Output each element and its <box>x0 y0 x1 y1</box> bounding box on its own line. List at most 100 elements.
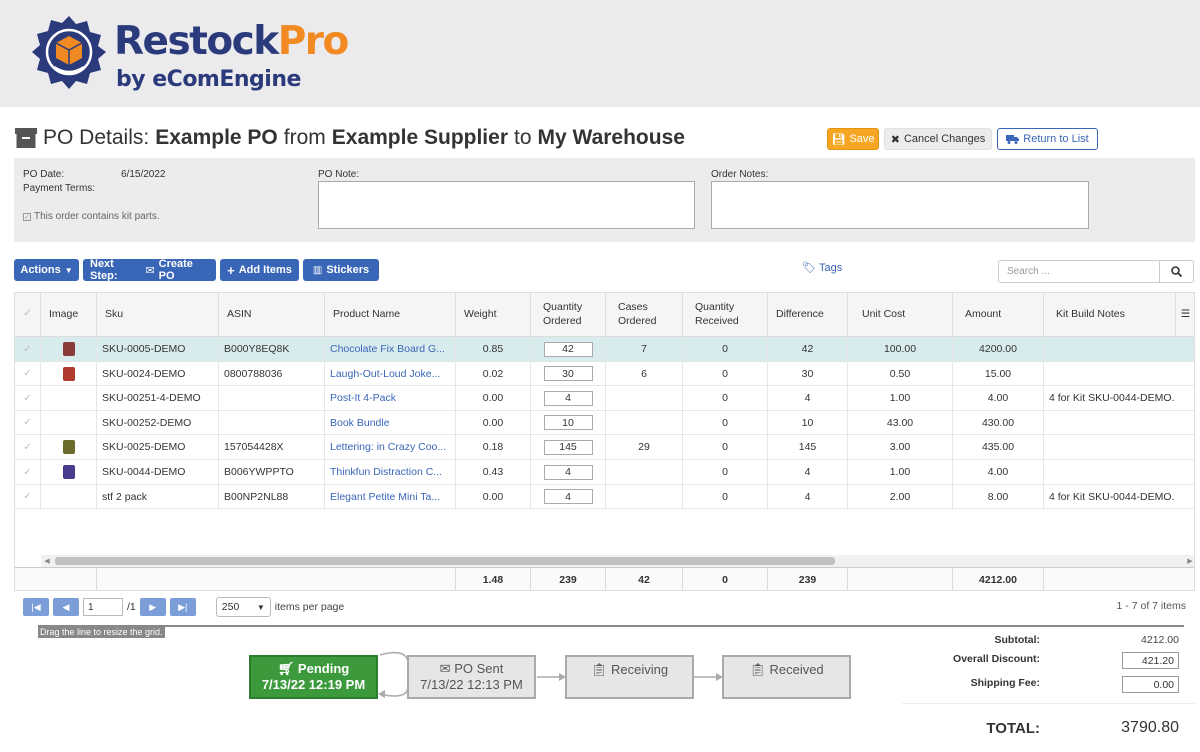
scroll-right-icon[interactable]: ▶ <box>1184 555 1194 567</box>
po-info-panel: PO Date: 6/15/2022 Payment Terms: ✓ This … <box>14 158 1195 242</box>
workflow-step-received[interactable]: 📋︎ Received <box>722 655 851 699</box>
row-checkbox[interactable]: ✓ <box>15 386 41 411</box>
select-all-checkbox[interactable]: ✓ <box>15 293 41 337</box>
col-header-quantity-ordered[interactable]: Quantity Ordered <box>531 293 606 337</box>
first-page-button[interactable]: |◀ <box>23 598 49 616</box>
prev-page-button[interactable]: ◀ <box>53 598 79 616</box>
page-size-select[interactable]: 250 ▼ <box>215 597 271 617</box>
row-checkbox[interactable]: ✓ <box>15 337 41 361</box>
cell-diff: 4 <box>768 484 848 509</box>
quantity-input[interactable]: 145 <box>543 439 593 455</box>
workflow-step-receiving[interactable]: 📋︎ Receiving <box>565 655 694 699</box>
row-checkbox[interactable]: ✓ <box>15 410 41 435</box>
cell-name[interactable]: Elegant Petite Mini Ta... <box>325 484 456 509</box>
items-range: 1 - 7 of 7 items <box>1116 600 1186 612</box>
workflow-step-po-sent[interactable]: ✉ PO Sent 7/13/22 12:13 PM <box>407 655 536 699</box>
quantity-input[interactable]: 4 <box>543 489 593 505</box>
discount-input[interactable]: 421.20 <box>1122 652 1179 669</box>
quantity-input[interactable]: 10 <box>543 415 593 431</box>
cell-cases: 7 <box>606 337 683 361</box>
table-row[interactable]: ✓ SKU-0025-DEMO 157054428X Lettering: in Cr… <box>15 435 1194 460</box>
quantity-input[interactable]: 42 <box>543 341 593 357</box>
grid-resize-handle[interactable] <box>38 625 1184 627</box>
quantity-input[interactable]: 4 <box>543 464 593 480</box>
column-menu-icon[interactable]: ☰ <box>1176 293 1194 337</box>
product-thumbnail <box>41 410 97 435</box>
table-row[interactable]: ✓ stf 2 pack B00NP2NL88 Elegant Petite Mini… <box>15 484 1194 510</box>
cell-diff: 145 <box>768 435 848 460</box>
tags-link[interactable]: 🏷︎ Tags <box>802 261 842 275</box>
row-checkbox[interactable]: ✓ <box>15 435 41 460</box>
discount-label: Overall Discount: <box>953 653 1040 665</box>
cell-quantity-ordered[interactable]: 10 <box>531 410 606 435</box>
quantity-input[interactable]: 4 <box>543 390 593 406</box>
col-header-amount[interactable]: Amount <box>953 293 1044 337</box>
last-page-button[interactable]: ▶| <box>169 598 196 616</box>
cell-asin: 157054428X <box>219 435 325 460</box>
scroll-left-icon[interactable]: ◀ <box>41 555 53 567</box>
po-note-field[interactable] <box>318 181 695 229</box>
col-header-cases-ordered[interactable]: Cases Ordered <box>606 293 683 337</box>
kit-parts-checkbox[interactable]: ✓ This order contains kit parts. <box>23 211 160 222</box>
order-notes-label: Order Notes: <box>711 169 769 180</box>
col-header-product-name[interactable]: Product Name <box>325 293 456 337</box>
table-row[interactable]: ✓ SKU-0044-DEMO B006YWPPTO Thinkfun Distrac… <box>15 460 1194 485</box>
cell-quantity-ordered[interactable]: 4 <box>531 460 606 484</box>
items-per-page-label: items per page <box>274 601 345 613</box>
col-header-sku[interactable]: Sku <box>97 293 219 337</box>
plus-icon: + <box>227 262 235 278</box>
checkbox-icon: ✓ <box>23 212 31 221</box>
brand-tagline: by eComEngine <box>116 67 301 92</box>
col-header-quantity-received[interactable]: Quantity Received <box>683 293 768 337</box>
total-amount: 4212.00 <box>953 568 1044 590</box>
title-to: to <box>514 126 532 149</box>
cell-name[interactable]: Book Bundle <box>325 410 456 435</box>
envelope-icon: ✉ <box>145 264 155 277</box>
product-thumbnail <box>41 337 97 361</box>
quantity-input[interactable]: 30 <box>543 366 593 382</box>
col-header-weight[interactable]: Weight <box>456 293 531 337</box>
col-header-unit-cost[interactable]: Unit Cost <box>848 293 953 337</box>
cell-quantity-ordered[interactable]: 4 <box>531 484 606 509</box>
cell-quantity-ordered[interactable]: 4 <box>531 386 606 411</box>
table-row[interactable]: ✓ SKU-0024-DEMO 0800788036 Laugh-Out-Loud J… <box>15 361 1194 387</box>
cell-name[interactable]: Lettering: in Crazy Coo... <box>325 435 456 460</box>
col-header-asin[interactable]: ASIN <box>219 293 325 337</box>
table-row[interactable]: ✓ SKU-0005-DEMO B000Y8EQ8K Chocolate Fix Bo… <box>15 337 1194 362</box>
add-items-button[interactable]: + Add Items <box>220 259 299 281</box>
grid-toolbar: Actions ▼ Next Step: ✉ Create PO + Add Items… <box>14 258 379 282</box>
cell-name[interactable]: Laugh-Out-Loud Joke... <box>325 361 456 386</box>
product-image <box>62 440 75 455</box>
cancel-changes-button[interactable]: ✖ Cancel Changes <box>884 128 992 150</box>
actions-dropdown[interactable]: Actions ▼ <box>14 259 79 281</box>
stickers-button[interactable]: ▥ Stickers <box>303 259 379 281</box>
table-row[interactable]: ✓ SKU-00252-DEMO Book Bundle 0.00 10 0 10 43.00… <box>15 410 1194 436</box>
horizontal-scrollbar[interactable] <box>41 555 1194 567</box>
cell-quantity-ordered[interactable]: 145 <box>531 435 606 460</box>
row-checkbox[interactable]: ✓ <box>15 460 41 484</box>
po-note-label: PO Note: <box>318 169 360 180</box>
order-notes-field[interactable] <box>711 181 1089 229</box>
scrollbar-thumb[interactable] <box>55 557 835 565</box>
row-checkbox[interactable]: ✓ <box>15 484 41 509</box>
next-page-button[interactable]: ▶ <box>139 598 166 616</box>
row-checkbox[interactable]: ✓ <box>15 361 41 386</box>
cell-quantity-ordered[interactable]: 42 <box>531 337 606 361</box>
cell-quantity-ordered[interactable]: 30 <box>531 361 606 386</box>
col-header-image[interactable]: Image <box>41 293 97 337</box>
col-header-difference[interactable]: Difference <box>768 293 848 337</box>
return-to-list-button[interactable]: Return to List <box>997 128 1098 150</box>
search-button[interactable] <box>1159 260 1194 283</box>
save-button[interactable]: 💾︎ Save <box>827 128 879 150</box>
cell-name[interactable]: Post-It 4-Pack <box>325 386 456 411</box>
cell-name[interactable]: Thinkfun Distraction C... <box>325 460 456 484</box>
cell-name[interactable]: Chocolate Fix Board G... <box>325 337 456 361</box>
col-header-kit-build-notes[interactable]: Kit Build Notes <box>1044 293 1176 337</box>
search-input[interactable]: Search ... <box>998 260 1160 283</box>
page-number-input[interactable]: 1 <box>83 598 123 616</box>
next-step-create-po-button[interactable]: Next Step: ✉ Create PO <box>83 258 216 282</box>
table-row[interactable]: ✓ SKU-00251-4-DEMO Post-It 4-Pack 0.00 4 0 4 1.… <box>15 386 1194 411</box>
shipping-input[interactable]: 0.00 <box>1122 676 1179 693</box>
workflow-step-pending[interactable]: 🛒︎ Pending 7/13/22 12:19 PM <box>249 655 378 699</box>
cell-asin: B000Y8EQ8K <box>219 337 325 361</box>
